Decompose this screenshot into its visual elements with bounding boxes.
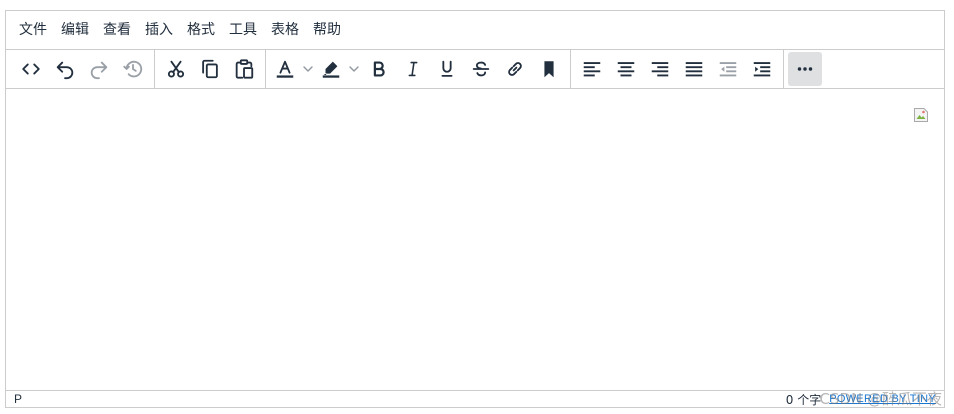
- restore-draft-button[interactable]: [116, 52, 150, 86]
- element-path[interactable]: P: [14, 392, 22, 406]
- toolbar-group-alignment: [571, 50, 784, 88]
- highlight-color-dropdown[interactable]: [346, 52, 362, 86]
- underline-button[interactable]: [430, 52, 464, 86]
- menu-format[interactable]: 格式: [180, 16, 222, 44]
- toolbar-group-history: [10, 50, 155, 88]
- toolbar-group-more: [784, 50, 826, 88]
- align-center-icon: [617, 62, 635, 77]
- paste-button[interactable]: [227, 52, 261, 86]
- menu-tools[interactable]: 工具: [222, 16, 264, 44]
- link-icon: [508, 62, 522, 76]
- paste-icon: [235, 59, 254, 79]
- indent-button[interactable]: [745, 52, 779, 86]
- bookmark-button[interactable]: [532, 52, 566, 86]
- bold-icon: [373, 61, 385, 77]
- toolbar: [6, 49, 944, 89]
- strikethrough-icon: [472, 61, 490, 77]
- align-left-button[interactable]: [575, 52, 609, 86]
- font-color-split-button: [270, 52, 316, 86]
- source-code-button[interactable]: [14, 52, 48, 86]
- more-button[interactable]: [788, 52, 822, 86]
- menu-view[interactable]: 查看: [96, 16, 138, 44]
- link-button[interactable]: [498, 52, 532, 86]
- code-icon: [22, 63, 40, 75]
- copy-icon: [202, 59, 218, 79]
- redo-button[interactable]: [82, 52, 116, 86]
- italic-icon: [408, 61, 418, 77]
- font-color-dropdown[interactable]: [300, 52, 316, 86]
- powered-by-link[interactable]: POWERED BY TINY: [829, 393, 936, 405]
- outdent-icon: [719, 62, 737, 77]
- strikethrough-button[interactable]: [464, 52, 498, 86]
- chevron-down-icon: [303, 66, 313, 72]
- word-count[interactable]: 0 个字: [786, 391, 821, 408]
- font-color-icon: [276, 60, 294, 78]
- align-left-icon: [583, 62, 601, 77]
- align-right-icon: [651, 62, 669, 77]
- menubar: 文件 编辑 查看 插入 格式 工具 表格 帮助: [6, 11, 944, 49]
- undo-icon: [56, 61, 74, 80]
- copy-button[interactable]: [193, 52, 227, 86]
- menu-file[interactable]: 文件: [12, 16, 54, 44]
- chevron-down-icon: [349, 66, 359, 72]
- statusbar-right: 0 个字 POWERED BY TINY: [786, 391, 936, 408]
- more-icon: [797, 67, 813, 71]
- align-justify-icon: [685, 62, 703, 77]
- menu-table[interactable]: 表格: [264, 16, 306, 44]
- toolbar-group-clipboard: [155, 50, 266, 88]
- highlight-color-icon: [322, 61, 340, 78]
- redo-icon: [90, 61, 108, 80]
- menu-edit[interactable]: 编辑: [54, 16, 96, 44]
- rich-text-editor: 文件 编辑 查看 插入 格式 工具 表格 帮助 P 0 个字 POWERED B…: [5, 10, 945, 408]
- underline-icon: [441, 60, 453, 77]
- undo-button[interactable]: [48, 52, 82, 86]
- align-justify-button[interactable]: [677, 52, 711, 86]
- editor-content-area[interactable]: [6, 89, 944, 390]
- outdent-button[interactable]: [711, 52, 745, 86]
- history-icon: [123, 60, 143, 78]
- highlight-color-button[interactable]: [316, 52, 346, 86]
- broken-image-icon: [914, 108, 928, 122]
- indent-icon: [753, 62, 771, 77]
- align-right-button[interactable]: [643, 52, 677, 86]
- italic-button[interactable]: [396, 52, 430, 86]
- menu-help[interactable]: 帮助: [306, 16, 348, 44]
- bold-button[interactable]: [362, 52, 396, 86]
- align-center-button[interactable]: [609, 52, 643, 86]
- statusbar: P 0 个字 POWERED BY TINY: [6, 390, 944, 407]
- cut-icon: [167, 60, 185, 78]
- cut-button[interactable]: [159, 52, 193, 86]
- bookmark-icon: [544, 61, 554, 78]
- font-color-button[interactable]: [270, 52, 300, 86]
- highlight-color-split-button: [316, 52, 362, 86]
- menu-insert[interactable]: 插入: [138, 16, 180, 44]
- toolbar-group-formatting: [266, 50, 571, 88]
